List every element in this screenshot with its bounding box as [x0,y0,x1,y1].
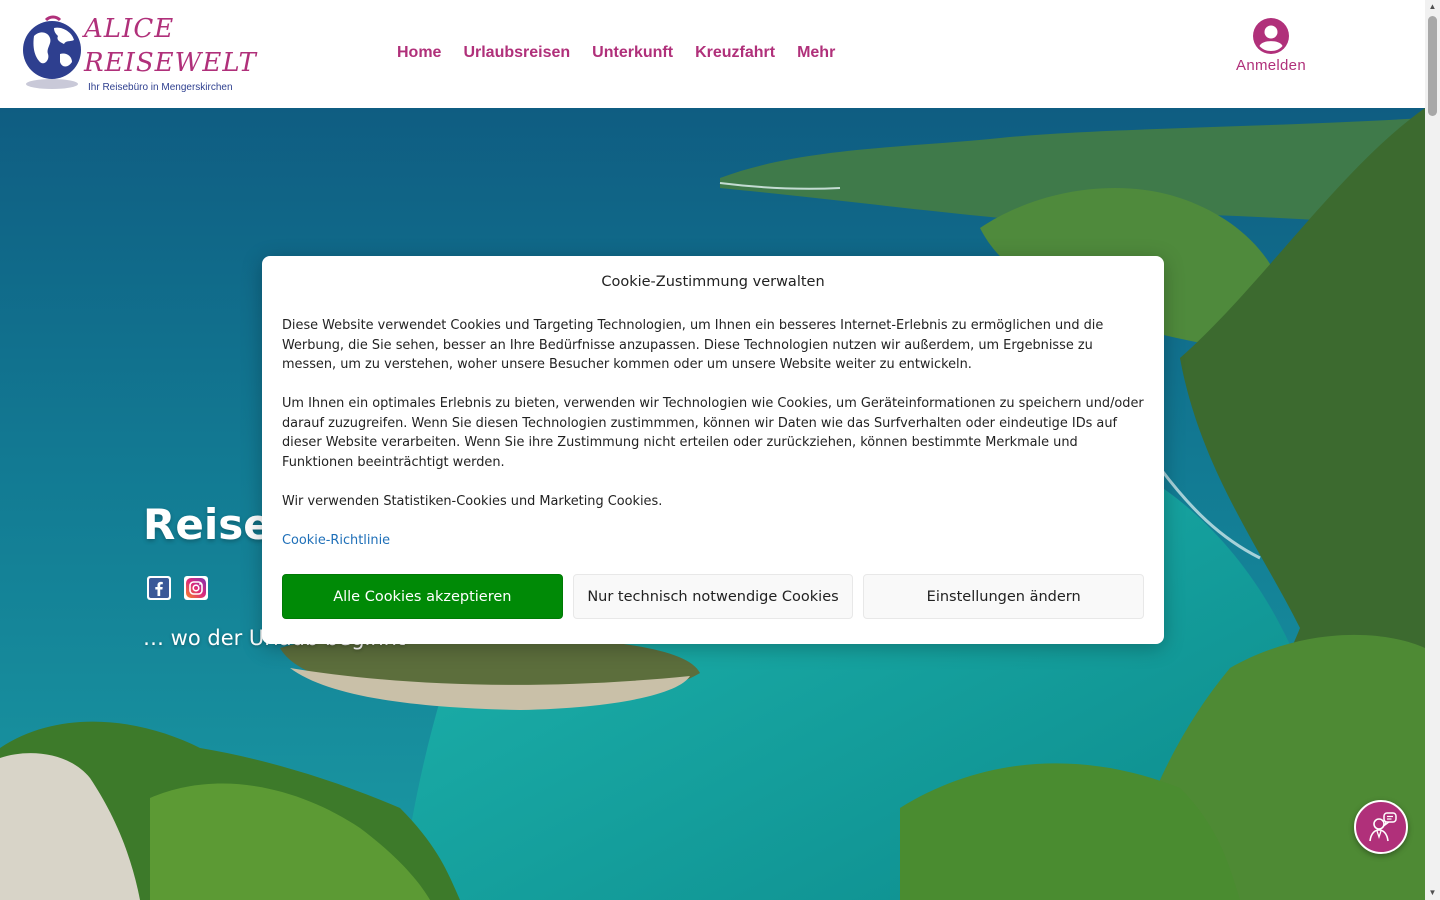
instagram-icon[interactable] [184,576,208,600]
nav-item-unterkunft[interactable]: Unterkunft [592,44,673,62]
scrollbar-thumb[interactable] [1428,16,1437,116]
change-settings-button[interactable]: Einstellungen ändern [863,574,1145,619]
cookie-dialog-body: Diese Website verwendet Cookies und Targ… [282,316,1144,550]
cookie-button-row: Alle Cookies akzeptieren Nur technisch n… [282,574,1145,619]
chat-support-icon [1369,812,1397,842]
cookie-dialog-title: Cookie-Zustimmung verwalten [601,274,825,290]
logo-title-line2: REISEWELT [84,48,257,78]
main-nav: Home Urlaubsreisen Unterkunft Kreuzfahrt… [397,44,835,62]
scroll-up-arrow-icon[interactable]: ▲ [1425,0,1440,14]
user-circle-icon [1253,18,1289,54]
globe-icon [23,15,81,89]
login-button[interactable]: Anmelden [1222,18,1320,74]
login-label: Anmelden [1236,57,1306,74]
hero-title: Reise [143,500,272,549]
accept-all-cookies-button[interactable]: Alle Cookies akzeptieren [282,574,563,619]
logo-title-line1: ALICE [84,14,175,44]
cookie-paragraph-2: Um Ihnen ein optimales Erlebnis zu biete… [282,396,1144,470]
nav-item-mehr[interactable]: Mehr [797,44,835,62]
cookie-policy-link[interactable]: Cookie-Richtlinie [282,533,390,548]
nav-item-home[interactable]: Home [397,44,441,62]
facebook-icon[interactable] [147,576,171,600]
cookie-paragraph-1: Diese Website verwendet Cookies und Targ… [282,318,1104,372]
necessary-cookies-only-button[interactable]: Nur technisch notwendige Cookies [572,574,854,619]
nav-item-urlaubsreisen[interactable]: Urlaubsreisen [463,44,570,62]
scroll-down-arrow-icon[interactable]: ▼ [1425,886,1440,900]
chat-support-button[interactable] [1354,800,1408,854]
social-links [147,576,208,600]
cookie-consent-dialog: Cookie-Zustimmung verwalten Diese Websit… [262,256,1164,644]
site-logo[interactable]: ALICE REISEWELT Ihr Reisebüro in Mengers… [18,12,256,96]
logo-tagline: Ihr Reisebüro in Mengerskirchen [88,82,233,93]
site-header: ALICE REISEWELT Ihr Reisebüro in Mengers… [0,0,1425,108]
page-scrollbar[interactable]: ▲ ▼ [1425,0,1440,900]
cookie-paragraph-3: Wir verwenden Statistiken-Cookies und Ma… [282,493,663,509]
nav-item-kreuzfahrt[interactable]: Kreuzfahrt [695,44,775,62]
